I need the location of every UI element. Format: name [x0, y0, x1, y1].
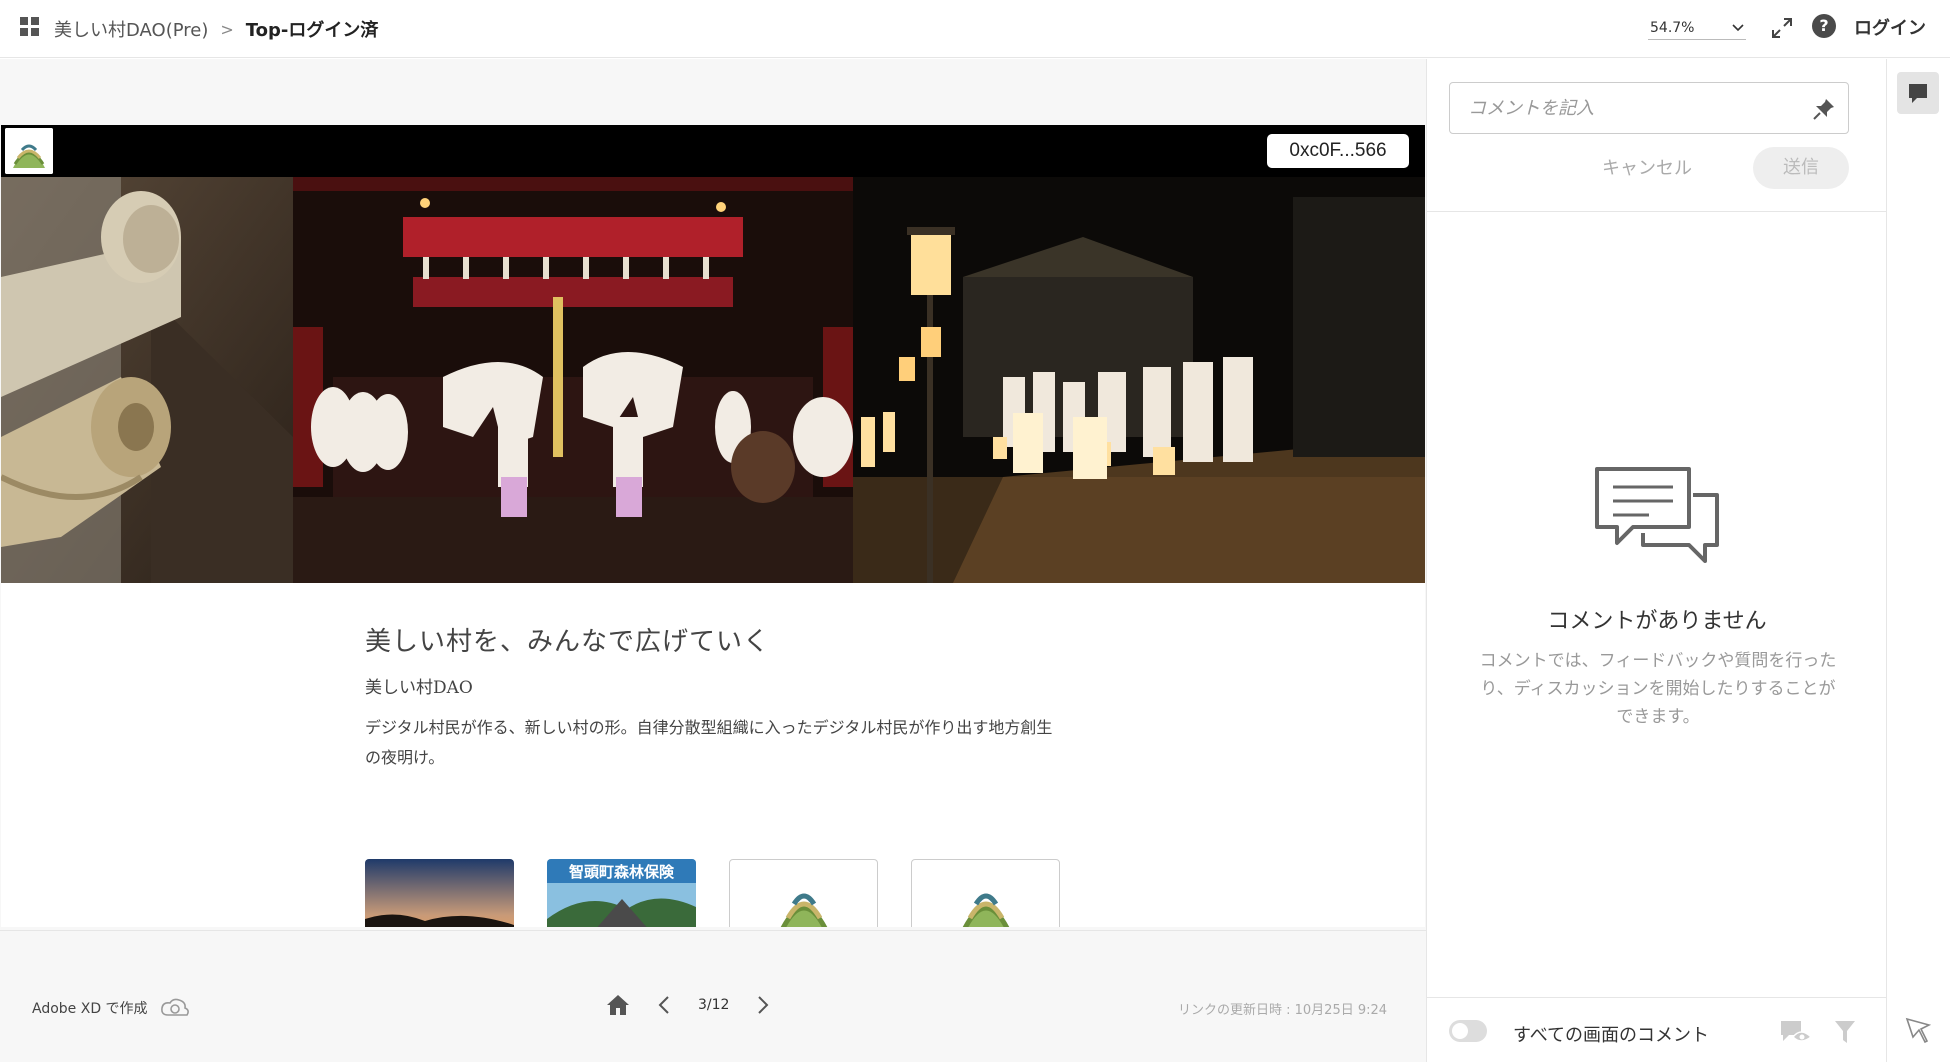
zoom-select[interactable]: 54.7% — [1648, 16, 1746, 40]
send-button[interactable]: 送信 — [1753, 147, 1849, 189]
pin-icon[interactable] — [1812, 97, 1836, 121]
page-indicator: 3/12 — [698, 997, 730, 1013]
made-with-xd: Adobe XD で作成 — [32, 997, 190, 1019]
top-bar: 美しい村DAO(Pre) > Top-ログイン済 54.7% ? ログイン — [0, 0, 1950, 58]
breadcrumb-separator: > — [220, 19, 234, 39]
all-screens-comments-label: すべての画面のコメント — [1513, 1025, 1710, 1046]
hero-headline: 美しい村を、みんなで広げていく — [365, 627, 771, 657]
hero-image-lanterns — [853, 177, 1425, 583]
thumbnail-logo-2[interactable] — [911, 859, 1060, 927]
hero-image-kagura — [293, 177, 853, 583]
screen-navigation: 3/12 — [606, 993, 775, 1017]
prototype-footer: Adobe XD で作成 3/12 リンクの更新日時 : 10月25日 9:24 — [0, 930, 1426, 1062]
thumbnail-logo-1[interactable] — [729, 859, 878, 927]
thumbnail-sunset[interactable] — [365, 859, 514, 927]
thumbnail-banner-text: 智頭町森林保険 — [569, 863, 675, 881]
fullscreen-icon[interactable] — [1770, 16, 1794, 40]
app-grid-icon[interactable] — [20, 17, 40, 37]
all-screens-toggle[interactable] — [1449, 1020, 1487, 1042]
empty-state-title: コメントがありません — [1547, 609, 1767, 634]
prototype-stage: 0xc0F...566 美しい村を、みんなで広げていく 美しい村DAO デジタル… — [0, 59, 1426, 1062]
creative-cloud-icon — [160, 998, 189, 1016]
zoom-value: 54.7% — [1650, 19, 1695, 36]
breadcrumb-project[interactable]: 美しい村DAO(Pre) — [54, 16, 208, 42]
empty-state-description: コメントでは、フィードバックや質問を行ったり、ディスカッションを開始したりするこ… — [1479, 651, 1837, 727]
org-name: 美しい村DAO — [365, 678, 473, 698]
link-updated-timestamp: リンクの更新日時 : 10月25日 9:24 — [1178, 1003, 1388, 1018]
filter-icon[interactable] — [1833, 1019, 1857, 1045]
show-resolved-icon[interactable] — [1779, 1017, 1813, 1045]
wallet-address-button[interactable]: 0xc0F...566 — [1267, 134, 1409, 168]
site-logo[interactable] — [5, 128, 53, 174]
comment-icon — [1909, 84, 1927, 103]
comment-input[interactable] — [1450, 83, 1790, 133]
comments-panel: キャンセル 送信 コメントがありません コメントでは、フィードバックや質問を行っ… — [1426, 59, 1887, 1062]
comments-toggle-button[interactable] — [1897, 72, 1939, 114]
site-header-bar: 0xc0F...566 — [1, 125, 1425, 177]
artboard: 0xc0F...566 美しい村を、みんなで広げていく 美しい村DAO デジタル… — [1, 125, 1425, 927]
home-icon[interactable] — [606, 993, 630, 1017]
help-icon[interactable]: ? — [1812, 14, 1836, 38]
chevron-down-icon — [1732, 23, 1744, 31]
org-description: デジタル村民が作る、新しい村の形。自律分散型組織に入ったデジタル村民が作り出す地… — [365, 718, 1053, 767]
speech-bubbles-icon — [1595, 467, 1719, 563]
panel-divider — [1427, 211, 1887, 212]
login-button[interactable]: ログイン — [1854, 14, 1926, 40]
breadcrumb-current-screen: Top-ログイン済 — [245, 20, 379, 41]
comment-compose — [1449, 82, 1849, 134]
pin-filter-icon[interactable] — [1905, 1017, 1931, 1043]
thumbnail-forest-insurance[interactable]: 智頭町森林保険 — [547, 859, 696, 927]
project-thumbnails: 智頭町森林保険 — [365, 859, 1060, 927]
terraced-fields-logo-icon — [5, 128, 53, 174]
made-with-label: Adobe XD で作成 — [32, 1001, 148, 1017]
next-screen-icon[interactable] — [751, 993, 775, 1017]
breadcrumb: 美しい村DAO(Pre) > Top-ログイン済 — [54, 16, 378, 42]
panel-bottom-divider — [1427, 997, 1887, 998]
hero-image-fabric — [1, 177, 293, 583]
cancel-button[interactable]: キャンセル — [1597, 154, 1697, 184]
right-rail — [1886, 59, 1950, 1062]
toggle-knob — [1452, 1023, 1468, 1039]
previous-screen-icon[interactable] — [652, 993, 676, 1017]
